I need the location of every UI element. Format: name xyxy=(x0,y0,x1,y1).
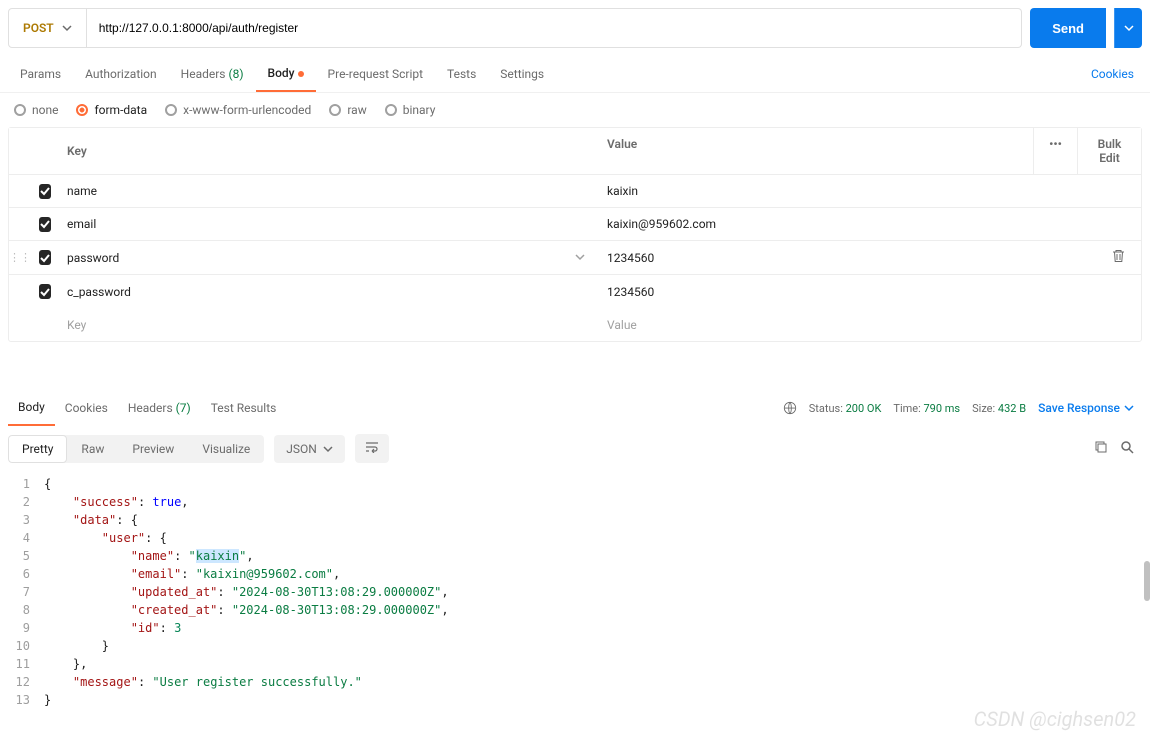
row-checkbox[interactable] xyxy=(39,250,51,265)
view-visualize[interactable]: Visualize xyxy=(188,435,264,463)
table-row xyxy=(9,275,1141,308)
resp-tab-body[interactable]: Body xyxy=(8,390,55,426)
value-input[interactable] xyxy=(607,285,1133,299)
row-checkbox[interactable] xyxy=(39,217,51,232)
cookies-link[interactable]: Cookies xyxy=(1083,57,1142,91)
row-checkbox[interactable] xyxy=(39,184,51,199)
response-meta: Status: 200 OK Time: 790 ms Size: 432 B … xyxy=(783,401,1142,415)
globe-icon[interactable] xyxy=(783,401,797,415)
body-type-selector: none form-data x-www-form-urlencoded raw… xyxy=(0,93,1150,127)
type-dropdown[interactable] xyxy=(575,251,585,265)
method-label: POST xyxy=(23,21,54,35)
tab-prerequest[interactable]: Pre-request Script xyxy=(316,57,435,91)
value-input[interactable] xyxy=(607,184,1133,198)
value-header: Value xyxy=(599,128,1033,174)
save-response-button[interactable]: Save Response xyxy=(1038,401,1134,415)
bulk-edit-button[interactable]: Bulk Edit xyxy=(1077,128,1141,174)
wrap-icon xyxy=(365,441,379,453)
send-button[interactable]: Send xyxy=(1030,8,1106,48)
wrap-lines-button[interactable] xyxy=(355,434,389,463)
radio-none[interactable]: none xyxy=(14,103,58,117)
response-tabs: Body Cookies Headers (7) Test Results St… xyxy=(0,390,1150,426)
chevron-down-icon xyxy=(1124,23,1134,33)
key-input[interactable] xyxy=(67,251,575,265)
modified-dot-icon xyxy=(298,71,304,77)
formdata-table: Key Value ••• Bulk Edit ⋮⋮ xyxy=(8,127,1142,342)
radio-xwww[interactable]: x-www-form-urlencoded xyxy=(165,103,311,117)
language-select[interactable]: JSON xyxy=(274,435,345,463)
copy-icon xyxy=(1094,440,1108,454)
view-preview[interactable]: Preview xyxy=(118,435,188,463)
radio-raw[interactable]: raw xyxy=(329,103,366,117)
chevron-down-icon xyxy=(62,23,72,33)
view-raw[interactable]: Raw xyxy=(67,435,118,463)
search-icon xyxy=(1120,440,1134,454)
row-options-button[interactable]: ••• xyxy=(1033,128,1077,174)
value-input[interactable] xyxy=(607,217,1133,231)
drag-handle-icon[interactable]: ⋮⋮ xyxy=(9,255,31,261)
radio-formdata[interactable]: form-data xyxy=(76,103,147,117)
request-tabs: Params Authorization Headers (8) Body Pr… xyxy=(0,56,1150,93)
request-bar: POST Send xyxy=(0,0,1150,56)
tab-authorization[interactable]: Authorization xyxy=(73,57,169,91)
copy-button[interactable] xyxy=(1094,440,1108,457)
table-header: Key Value ••• Bulk Edit xyxy=(9,128,1141,175)
response-body[interactable]: 1{2 "success": true,3 "data": {4 "user":… xyxy=(0,471,1150,713)
size-value: 432 B xyxy=(998,402,1026,415)
time-value: 790 ms xyxy=(924,402,961,415)
table-row: ⋮⋮ xyxy=(9,241,1141,275)
trash-icon xyxy=(1112,249,1125,263)
resp-tab-cookies[interactable]: Cookies xyxy=(55,391,118,425)
resp-tab-headers[interactable]: Headers (7) xyxy=(118,391,201,425)
url-input[interactable] xyxy=(87,8,1023,48)
value-input[interactable] xyxy=(607,251,1112,265)
status-value: 200 OK xyxy=(846,402,882,415)
response-view-bar: Pretty Raw Preview Visualize JSON xyxy=(0,426,1150,471)
new-value-input[interactable] xyxy=(607,318,1133,332)
tab-tests[interactable]: Tests xyxy=(435,57,488,91)
method-select[interactable]: POST xyxy=(8,8,87,48)
key-input[interactable] xyxy=(67,184,591,198)
view-pretty[interactable]: Pretty xyxy=(8,435,67,463)
table-row xyxy=(9,208,1141,241)
tab-headers[interactable]: Headers (8) xyxy=(169,57,256,91)
key-input[interactable] xyxy=(67,217,591,231)
delete-row-button[interactable] xyxy=(1112,249,1125,266)
tab-body[interactable]: Body xyxy=(256,56,316,92)
chevron-down-icon xyxy=(323,444,333,454)
scrollbar-thumb[interactable] xyxy=(1144,561,1150,601)
row-checkbox[interactable] xyxy=(39,284,51,299)
key-header: Key xyxy=(59,128,599,174)
key-input[interactable] xyxy=(67,285,591,299)
tab-settings[interactable]: Settings xyxy=(488,57,556,91)
search-button[interactable] xyxy=(1120,440,1134,457)
new-key-input[interactable] xyxy=(67,318,591,332)
view-segment: Pretty Raw Preview Visualize xyxy=(8,435,264,463)
tab-params[interactable]: Params xyxy=(8,57,73,91)
table-row xyxy=(9,175,1141,208)
resp-tab-tests[interactable]: Test Results xyxy=(201,391,287,425)
chevron-down-icon xyxy=(1124,403,1134,413)
send-dropdown[interactable] xyxy=(1114,8,1142,48)
radio-binary[interactable]: binary xyxy=(385,103,436,117)
new-row xyxy=(9,308,1141,341)
